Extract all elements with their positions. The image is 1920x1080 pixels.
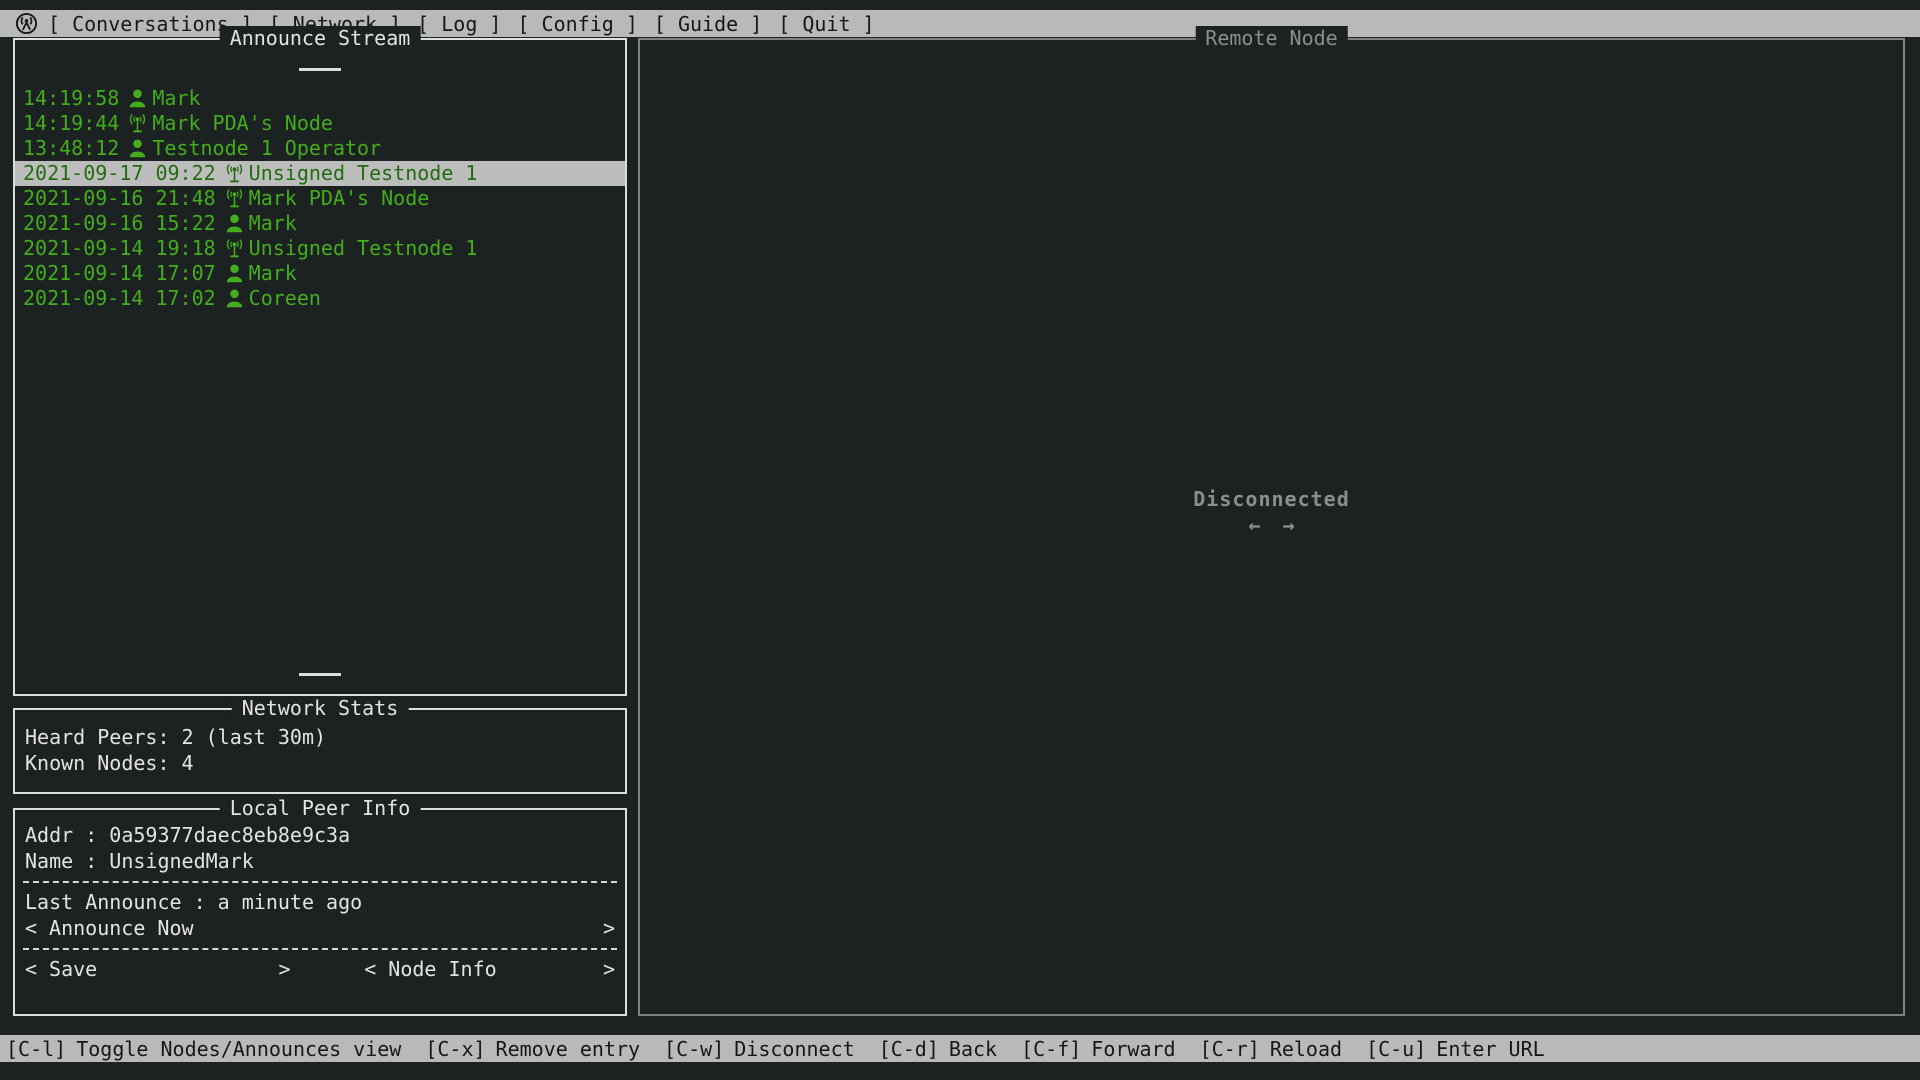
menu-items: [ Conversations ][ Network ][ Log ][ Con… [48,12,875,36]
menu-item[interactable]: [ Log ] [417,12,501,36]
person-icon [224,288,245,309]
announce-name: Mark [249,261,297,286]
shortcut-label: Enter URL [1436,1037,1544,1061]
known-nodes-stat: Known Nodes: 4 [25,750,625,776]
person-icon [224,213,245,234]
announce-row[interactable]: 2021-09-14 19:18 Unsigned Testnode 1 [15,236,625,261]
shortcut-label: Remove entry [496,1037,641,1061]
shortcut-bar: [C-l] Toggle Nodes/Announces view [C-x] Rem… [0,1035,1920,1062]
person-icon [224,263,245,284]
forward-arrow-icon[interactable]: → [1283,513,1295,537]
divider [23,881,617,883]
network-stats-panel: Network Stats Heard Peers: 2 (last 30m) … [13,708,627,794]
announce-row[interactable]: 2021-09-17 09:22 Unsigned Testnode 1 [15,161,625,186]
node-broadcast-icon [224,188,245,209]
announce-name: Mark PDA's Node [249,186,430,211]
announce-row[interactable]: 2021-09-14 17:02 Coreen [15,286,625,311]
menu-item[interactable]: [ Quit ] [778,12,874,36]
announce-name: Mark PDA's Node [152,111,333,136]
announce-timestamp: 2021-09-14 17:02 [23,286,216,311]
announce-name: Testnode 1 Operator [152,136,381,161]
scrollbar-top-cap[interactable] [299,68,341,71]
shortcut-key: [C-d] [879,1037,939,1061]
reticulum-logo-icon [15,12,38,35]
shortcut-label: Reload [1270,1037,1342,1061]
app-screen: [ Conversations ][ Network ][ Log ][ Con… [0,0,1920,1080]
announce-row[interactable]: 2021-09-16 15:22 Mark [15,211,625,236]
node-info-button[interactable]: < Node Info> [364,956,615,982]
shortcut-key: [C-l] [6,1037,66,1061]
announce-stream-panel: Announce Stream 14:19:58Mark14:19:44Mark… [13,38,627,696]
announce-timestamp: 2021-09-14 17:07 [23,261,216,286]
peer-name: Name : UnsignedMark [25,848,615,874]
announce-row[interactable]: 13:48:12 Testnode 1 Operator [15,136,625,161]
last-announce-text: Last Announce : a minute ago [25,889,615,915]
remote-node-panel: Remote Node Disconnected ← → [638,38,1905,1016]
shortcut-item: [C-r] Reload [1200,1037,1342,1061]
announce-name: Mark [152,86,200,111]
connection-status: Disconnected [1193,487,1350,511]
scrollbar-bottom-cap[interactable] [299,673,341,676]
announce-row[interactable]: 2021-09-16 21:48 Mark PDA's Node [15,186,625,211]
shortcut-item: [C-u] Enter URL [1366,1037,1545,1061]
announce-stream-title: Announce Stream [220,26,421,50]
announce-name: Unsigned Testnode 1 [249,236,478,261]
announce-now-label: Announce Now [49,915,603,941]
shortcut-key: [C-f] [1021,1037,1081,1061]
shortcut-label: Back [949,1037,997,1061]
announce-name: Unsigned Testnode 1 [249,161,478,186]
back-arrow-icon[interactable]: ← [1248,513,1260,537]
announce-name: Mark [249,211,297,236]
announce-timestamp: 14:19:44 [23,111,119,136]
shortcut-item: [C-w] Disconnect [664,1037,855,1061]
node-broadcast-icon [224,238,245,259]
shortcut-label: Toggle Nodes/Announces view [76,1037,401,1061]
shortcut-key: [C-w] [664,1037,724,1061]
menu-item[interactable]: [ Guide ] [654,12,762,36]
divider [23,948,617,950]
announce-now-button[interactable]: < Announce Now> [25,915,615,941]
announce-timestamp: 14:19:58 [23,86,119,111]
announce-timestamp: 2021-09-16 15:22 [23,211,216,236]
announce-timestamp: 13:48:12 [23,136,119,161]
announce-name: Coreen [249,286,321,311]
shortcut-item: [C-f] Forward [1021,1037,1176,1061]
announce-timestamp: 2021-09-17 09:22 [23,161,216,186]
shortcut-label: Forward [1091,1037,1175,1061]
shortcut-key: [C-r] [1200,1037,1260,1061]
announce-timestamp: 2021-09-14 19:18 [23,236,216,261]
save-label: Save [49,956,278,982]
button-close-bracket: > [278,956,290,982]
announce-row[interactable]: 2021-09-14 17:07 Mark [15,261,625,286]
heard-peers-stat: Heard Peers: 2 (last 30m) [25,724,625,750]
shortcut-key: [C-u] [1366,1037,1426,1061]
network-stats-title: Network Stats [232,696,409,720]
button-close-bracket: > [603,956,615,982]
button-open-bracket: < [364,956,376,982]
person-icon [127,88,148,109]
node-info-label: Node Info [388,956,603,982]
local-peer-info-title: Local Peer Info [220,796,421,820]
shortcut-item: [C-d] Back [879,1037,997,1061]
shortcut-item: [C-x] Remove entry [425,1037,640,1061]
menu-item[interactable]: [ Config ] [517,12,637,36]
announce-timestamp: 2021-09-16 21:48 [23,186,216,211]
button-open-bracket: < [25,915,37,941]
button-open-bracket: < [25,956,37,982]
person-icon [127,138,148,159]
announce-list: 14:19:58Mark14:19:44Mark PDA's Node13:48… [15,86,625,311]
shortcut-item: [C-l] Toggle Nodes/Announces view [6,1037,401,1061]
node-broadcast-icon [127,113,148,134]
local-peer-info-panel: Local Peer Info Addr : 0a59377daec8eb8e9… [13,808,627,1016]
node-broadcast-icon [224,163,245,184]
shortcut-label: Disconnect [734,1037,854,1061]
save-button[interactable]: < Save> [25,956,291,982]
announce-row[interactable]: 14:19:44 Mark PDA's Node [15,111,625,136]
button-close-bracket: > [603,915,615,941]
announce-row[interactable]: 14:19:58 Mark [15,86,625,111]
shortcut-key: [C-x] [425,1037,485,1061]
peer-address: Addr : 0a59377daec8eb8e9c3a [25,822,615,848]
